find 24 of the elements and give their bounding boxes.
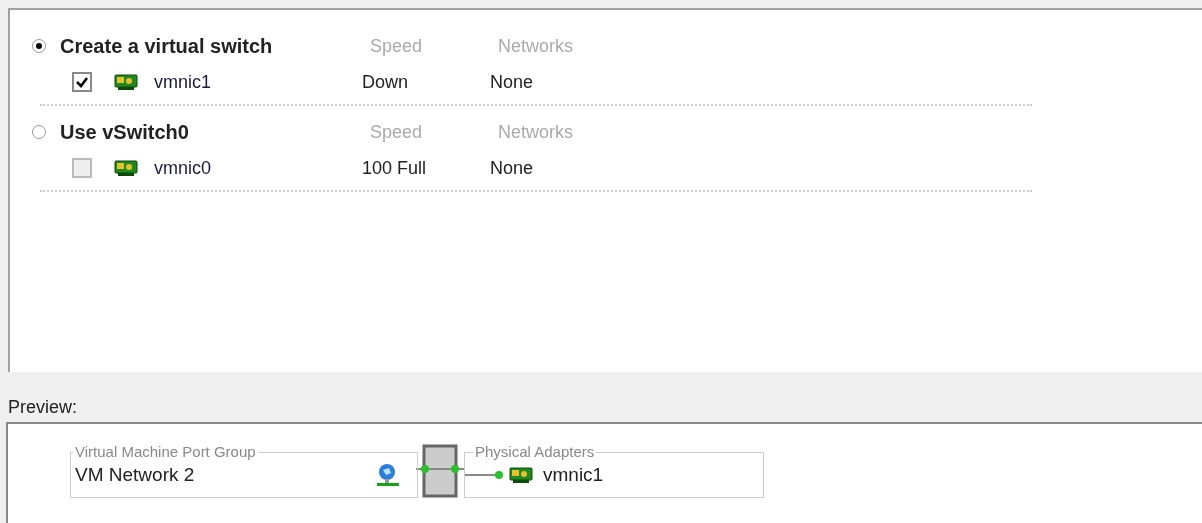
port-group-name: VM Network 2 xyxy=(75,462,196,487)
checkbox[interactable] xyxy=(72,72,92,92)
adapter-networks: None xyxy=(490,70,534,94)
adapter-name: vmnic0 xyxy=(154,156,212,180)
option-label: Use vSwitch0 xyxy=(60,120,190,145)
column-header: Speed xyxy=(370,120,424,144)
network-card-icon xyxy=(509,466,533,484)
adapter-name: vmnic1 xyxy=(543,462,604,487)
adapter-speed: Down xyxy=(362,70,410,94)
connector-icon xyxy=(465,470,505,480)
column-header: Networks xyxy=(498,120,573,144)
preview-label: Preview: xyxy=(8,396,79,419)
globe-icon xyxy=(375,463,401,487)
check-icon xyxy=(75,75,89,89)
column-header: Speed xyxy=(370,34,424,58)
adapter-networks: None xyxy=(490,156,534,180)
adapter-speed: 100 Full xyxy=(362,156,428,180)
option-label: Create a virtual switch xyxy=(60,34,274,59)
network-card-icon xyxy=(114,73,138,91)
radio-button[interactable] xyxy=(32,39,46,53)
radio-button[interactable] xyxy=(32,125,46,139)
column-header: Networks xyxy=(498,34,573,58)
adapter-name: vmnic1 xyxy=(154,70,212,94)
network-card-icon xyxy=(114,159,138,177)
